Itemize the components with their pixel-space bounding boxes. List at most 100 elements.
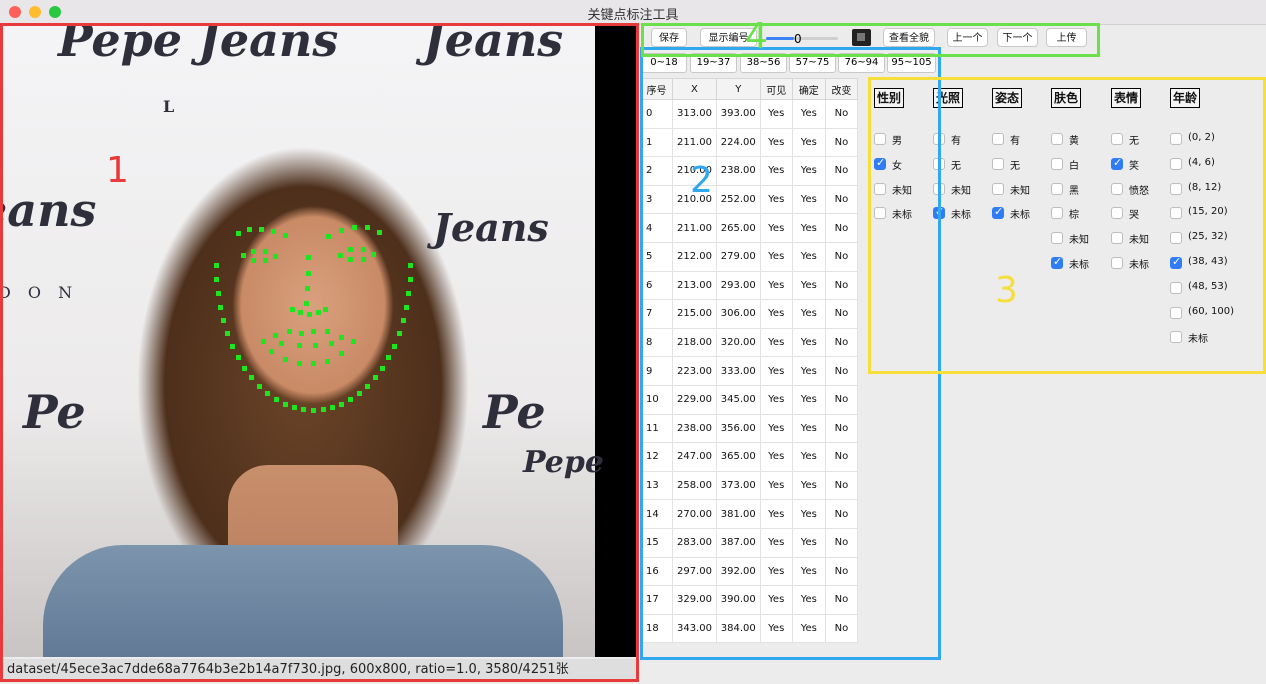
keypoint-marker[interactable] (403, 305, 409, 311)
table-cell[interactable]: 393.00 (715, 99, 761, 129)
range-button[interactable]: 76~94 (838, 53, 885, 73)
table-cell[interactable]: 373.00 (715, 470, 761, 501)
table-cell[interactable]: 8 (639, 327, 674, 358)
table-cell[interactable]: 7 (639, 299, 674, 329)
attribute-checkbox[interactable] (1170, 182, 1182, 195)
attribute-option-label[interactable]: 未知 (892, 182, 912, 197)
table-row[interactable]: 5 212.00 279.00 Yes Yes No (639, 241, 859, 272)
keypoint-marker[interactable] (271, 229, 276, 234)
table-row[interactable]: 12 247.00 365.00 Yes Yes No (639, 442, 859, 472)
keypoint-marker[interactable] (298, 310, 303, 315)
table-cell[interactable]: Yes (759, 127, 793, 158)
image-canvas[interactable]: Pepe Jeans Jeans eans Jeans L D O N Pe P… (3, 25, 637, 657)
keypoint-marker[interactable] (263, 258, 268, 263)
keypoint-marker[interactable] (377, 230, 382, 235)
attribute-option-label[interactable]: 哭 (1129, 206, 1139, 221)
keypoint-marker[interactable] (304, 301, 309, 306)
keypoint-marker[interactable] (385, 354, 391, 360)
table-cell[interactable]: 238.00 (715, 156, 761, 186)
attribute-option-label[interactable]: 无 (1129, 132, 1139, 147)
keypoint-marker[interactable] (372, 375, 378, 381)
keypoint-marker[interactable] (361, 247, 366, 252)
attribute-option-label[interactable]: 笑 (1129, 157, 1139, 172)
table-cell[interactable]: Yes (791, 499, 826, 529)
keypoint-marker[interactable] (301, 407, 307, 413)
table-cell[interactable]: 3 (639, 184, 674, 215)
table-cell[interactable]: 224.00 (715, 127, 761, 158)
table-cell[interactable]: 213.00 (672, 270, 717, 301)
range-button[interactable]: 19~37 (690, 53, 737, 73)
attribute-option-label[interactable]: 棕 (1069, 206, 1079, 221)
keypoint-marker[interactable] (297, 361, 302, 366)
table-cell[interactable]: Yes (759, 356, 793, 386)
keypoint-marker[interactable] (230, 343, 236, 349)
keypoint-marker[interactable] (273, 333, 278, 338)
attribute-checkbox[interactable] (933, 182, 945, 195)
table-cell[interactable]: Yes (759, 270, 793, 301)
keypoint-marker[interactable] (316, 310, 321, 315)
table-cell[interactable]: 345.00 (715, 384, 761, 415)
table-row[interactable]: 7 215.00 306.00 Yes Yes No (639, 299, 859, 329)
attribute-checkbox[interactable] (1051, 157, 1063, 170)
table-cell[interactable]: No (824, 127, 859, 158)
attribute-option-label[interactable]: 未标 (892, 206, 912, 221)
table-cell[interactable]: 223.00 (672, 356, 717, 386)
table-cell[interactable]: No (824, 156, 859, 186)
range-button[interactable]: 0~18 (641, 53, 687, 73)
attribute-checkbox[interactable] (1051, 207, 1063, 220)
keypoint-marker[interactable] (306, 255, 311, 260)
attribute-option-label[interactable]: 有 (951, 132, 961, 147)
table-cell[interactable]: No (824, 527, 859, 558)
keypoint-marker[interactable] (214, 263, 219, 268)
table-cell[interactable]: No (824, 499, 859, 529)
attribute-checkbox[interactable] (1111, 133, 1123, 145)
table-cell[interactable]: No (824, 184, 859, 215)
table-cell[interactable]: 279.00 (715, 241, 761, 272)
keypoint-marker[interactable] (241, 253, 246, 258)
keypoint-marker[interactable] (307, 312, 312, 317)
attribute-option-label[interactable]: 白 (1069, 157, 1079, 172)
keypoint-marker[interactable] (338, 253, 343, 258)
table-cell[interactable]: 356.00 (715, 413, 761, 444)
keypoint-marker[interactable] (325, 329, 330, 334)
keypoint-marker[interactable] (371, 252, 376, 257)
table-cell[interactable]: Yes (759, 527, 793, 558)
table-cell[interactable]: 15 (639, 527, 674, 558)
column-header[interactable]: Y (715, 78, 761, 100)
attribute-checkbox[interactable] (1051, 182, 1063, 195)
table-cell[interactable]: Yes (791, 384, 826, 415)
keypoint-marker[interactable] (221, 318, 227, 324)
table-cell[interactable]: 10 (639, 384, 674, 415)
table-cell[interactable]: No (824, 356, 859, 386)
table-cell[interactable]: Yes (759, 470, 793, 501)
table-cell[interactable]: Yes (791, 241, 826, 272)
attribute-checkbox[interactable] (1051, 255, 1063, 269)
attribute-checkbox[interactable] (1170, 157, 1182, 170)
table-row[interactable]: 11 238.00 356.00 Yes Yes No (639, 413, 859, 444)
keypoint-marker[interactable] (379, 365, 385, 371)
table-cell[interactable]: Yes (759, 556, 793, 587)
keypoint-marker[interactable] (313, 343, 318, 348)
next-button[interactable]: 下一个 (997, 28, 1038, 47)
table-cell[interactable]: No (824, 213, 859, 243)
table-cell[interactable]: Yes (791, 356, 826, 386)
attribute-checkbox[interactable] (1111, 207, 1123, 220)
table-cell[interactable]: Yes (791, 156, 826, 186)
keypoint-marker[interactable] (299, 331, 304, 336)
table-cell[interactable]: No (824, 270, 859, 301)
table-cell[interactable]: No (824, 585, 859, 615)
table-cell[interactable]: Yes (759, 156, 793, 186)
keypoint-marker[interactable] (279, 341, 284, 346)
keypoint-marker[interactable] (292, 405, 298, 411)
save-button[interactable]: 保存 (651, 28, 687, 47)
column-header[interactable]: 改变 (824, 78, 859, 100)
view-all-button[interactable]: 查看全貌 (883, 28, 935, 47)
keypoint-marker[interactable] (356, 390, 362, 396)
table-cell[interactable]: 293.00 (715, 270, 761, 301)
table-cell[interactable]: No (824, 470, 859, 501)
camera-icon[interactable] (852, 29, 871, 46)
table-cell[interactable]: Yes (791, 270, 826, 301)
table-cell[interactable]: 5 (639, 241, 674, 272)
table-cell[interactable]: Yes (791, 99, 826, 129)
attribute-checkbox[interactable] (1170, 232, 1182, 245)
